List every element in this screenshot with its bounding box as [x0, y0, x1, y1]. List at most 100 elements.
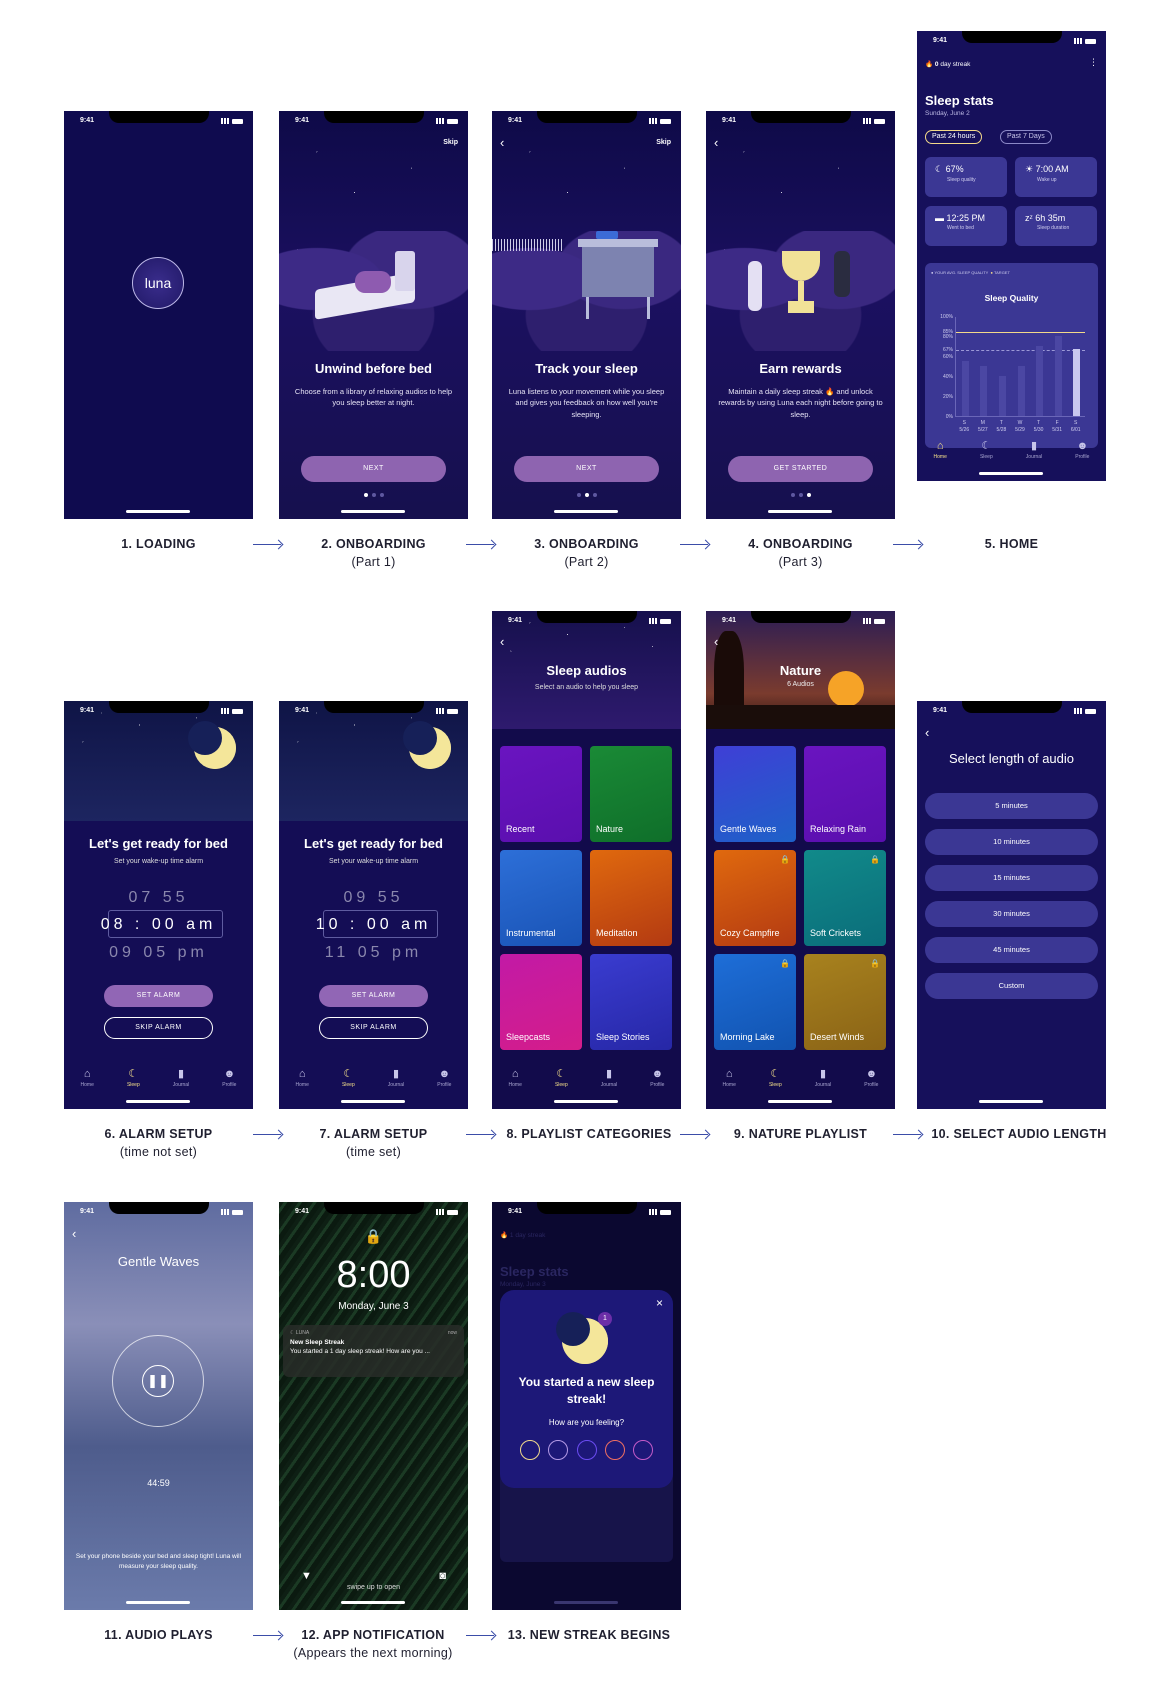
tile-soft-crickets[interactable]: 🔒 Soft Crickets	[804, 850, 886, 946]
back-chevron-icon[interactable]: ‹	[500, 136, 504, 149]
tab-sleep[interactable]: ☾ Sleep	[980, 441, 993, 467]
home-indicator[interactable]	[979, 1100, 1043, 1103]
tab-profile[interactable]: ☻ Profile	[222, 1069, 236, 1095]
chip-past-7-days[interactable]: Past 7 Days	[1000, 130, 1052, 144]
length-option-15[interactable]: 15 minutes	[925, 865, 1098, 891]
time-picker-below[interactable]: 11 05 pm	[279, 944, 468, 962]
tile-sleepcasts[interactable]: Sleepcasts	[500, 954, 582, 1050]
caption-2: 2. ONBOARDING (Part 1)	[279, 537, 468, 569]
stat-card-went-to-bed[interactable]: ▬ 12:25 PM Went to bed	[925, 206, 1007, 246]
home-indicator[interactable]	[768, 510, 832, 513]
camera-icon[interactable]: ◙	[439, 1570, 446, 1582]
home-indicator[interactable]	[554, 1100, 618, 1103]
home-indicator[interactable]	[341, 1100, 405, 1103]
home-indicator[interactable]	[126, 1100, 190, 1103]
length-option-custom[interactable]: Custom	[925, 973, 1098, 999]
tab-home[interactable]: ⌂ Home	[723, 1069, 736, 1095]
pause-button[interactable]: ❚❚	[142, 1365, 174, 1397]
tile-meditation[interactable]: Meditation	[590, 850, 672, 946]
back-chevron-icon[interactable]: ‹	[714, 136, 718, 149]
tab-journal[interactable]: ▮ Journal	[601, 1069, 617, 1095]
set-alarm-button[interactable]: SET ALARM	[104, 985, 213, 1007]
tile-recent[interactable]: Recent	[500, 746, 582, 842]
next-button[interactable]: NEXT	[514, 456, 659, 482]
caption-title: 1. LOADING	[121, 537, 196, 551]
tab-home[interactable]: ⌂ Home	[934, 441, 947, 467]
next-button[interactable]: NEXT	[301, 456, 446, 482]
time-picker-below[interactable]: 09 05 pm	[64, 944, 253, 962]
stat-card-sleep-quality[interactable]: ☾ 67% Sleep quality	[925, 157, 1007, 197]
home-icon: ⌂	[83, 1068, 91, 1080]
tab-home[interactable]: ⌂ Home	[81, 1069, 94, 1095]
tab-sleep[interactable]: ☾ Sleep	[127, 1069, 140, 1095]
notification-card[interactable]: ☾ LUNA now New Sleep Streak You started a…	[283, 1325, 464, 1377]
home-icon: ⌂	[936, 440, 944, 452]
more-icon[interactable]: ⋮	[1089, 57, 1098, 68]
tab-profile[interactable]: ☻ Profile	[650, 1069, 664, 1095]
back-chevron-icon[interactable]: ‹	[925, 726, 929, 739]
tile-desert-winds[interactable]: 🔒 Desert Winds	[804, 954, 886, 1050]
tab-journal[interactable]: ▮ Journal	[1026, 441, 1042, 467]
home-indicator[interactable]	[554, 1601, 618, 1604]
set-alarm-button[interactable]: SET ALARM	[319, 985, 428, 1007]
home-indicator[interactable]	[341, 510, 405, 513]
time-picker-above[interactable]: 07 55	[64, 889, 253, 907]
get-started-button[interactable]: GET STARTED	[728, 456, 873, 482]
chart-title: Sleep Quality	[984, 293, 1039, 303]
mood-angry-icon[interactable]	[604, 1440, 625, 1460]
tab-sleep[interactable]: ☾ Sleep	[555, 1069, 568, 1095]
tile-relaxing-rain[interactable]: Relaxing Rain	[804, 746, 886, 842]
tab-sleep[interactable]: ☾ Sleep	[342, 1069, 355, 1095]
caption-title: 10. SELECT AUDIO LENGTH	[931, 1127, 1107, 1141]
home-indicator[interactable]	[768, 1100, 832, 1103]
tile-label: Morning Lake	[720, 1032, 775, 1042]
tile-instrumental[interactable]: Instrumental	[500, 850, 582, 946]
tab-profile[interactable]: ☻ Profile	[1075, 441, 1089, 467]
mood-sad-icon[interactable]	[576, 1440, 597, 1460]
tile-gentle-waves[interactable]: Gentle Waves	[714, 746, 796, 842]
time-picker-selected[interactable]: 08 : 00 am	[64, 916, 253, 934]
length-option-30[interactable]: 30 minutes	[925, 901, 1098, 927]
tab-journal[interactable]: ▮ Journal	[173, 1069, 189, 1095]
back-chevron-icon[interactable]: ‹	[714, 635, 718, 648]
tab-journal[interactable]: ▮ Journal	[388, 1069, 404, 1095]
home-indicator[interactable]	[979, 472, 1043, 475]
tile-cozy-campfire[interactable]: 🔒 Cozy Campfire	[714, 850, 796, 946]
mood-tired-icon[interactable]	[633, 1440, 654, 1460]
tab-sleep[interactable]: ☾ Sleep	[769, 1069, 782, 1095]
mood-neutral-icon[interactable]	[548, 1440, 569, 1460]
tile-label: Sleep Stories	[596, 1032, 650, 1042]
time-picker-above[interactable]: 09 55	[279, 889, 468, 907]
tile-nature[interactable]: Nature	[590, 746, 672, 842]
home-indicator[interactable]	[341, 1601, 405, 1604]
skip-button[interactable]: Skip	[443, 139, 458, 146]
tab-profile[interactable]: ☻ Profile	[864, 1069, 878, 1095]
tile-sleep-stories[interactable]: Sleep Stories	[590, 954, 672, 1050]
tile-morning-lake[interactable]: 🔒 Morning Lake	[714, 954, 796, 1050]
length-option-45[interactable]: 45 minutes	[925, 937, 1098, 963]
back-chevron-icon[interactable]: ‹	[72, 1227, 76, 1240]
skip-alarm-button[interactable]: SKIP ALARM	[104, 1017, 213, 1039]
flashlight-icon[interactable]: ▼	[301, 1570, 312, 1582]
home-indicator[interactable]	[126, 1601, 190, 1604]
skip-alarm-button[interactable]: SKIP ALARM	[319, 1017, 428, 1039]
home-indicator[interactable]	[126, 510, 190, 513]
close-icon[interactable]: ×	[656, 1296, 663, 1310]
length-option-5[interactable]: 5 minutes	[925, 793, 1098, 819]
alarm-title: Let's get ready for bed	[89, 836, 228, 851]
tab-home[interactable]: ⌂ Home	[509, 1069, 522, 1095]
tab-journal[interactable]: ▮ Journal	[815, 1069, 831, 1095]
tab-home[interactable]: ⌂ Home	[296, 1069, 309, 1095]
stat-card-wake-up[interactable]: ☀ 7:00 AM Wake up	[1015, 157, 1097, 197]
skip-button[interactable]: Skip	[656, 139, 671, 146]
stat-card-sleep-duration[interactable]: zᶻ 6h 35m Sleep duration	[1015, 206, 1097, 246]
tab-profile[interactable]: ☻ Profile	[437, 1069, 451, 1095]
back-chevron-icon[interactable]: ‹	[500, 635, 504, 648]
streak-row: 🔥 0 day streak	[925, 60, 970, 68]
home-indicator[interactable]	[554, 510, 618, 513]
length-option-10[interactable]: 10 minutes	[925, 829, 1098, 855]
tab-label: Journal	[600, 1082, 618, 1088]
mood-happy-icon[interactable]	[519, 1440, 540, 1460]
time-picker-selected[interactable]: 10 : 00 am	[279, 916, 468, 934]
chip-past-24-hours[interactable]: Past 24 hours	[925, 130, 983, 144]
